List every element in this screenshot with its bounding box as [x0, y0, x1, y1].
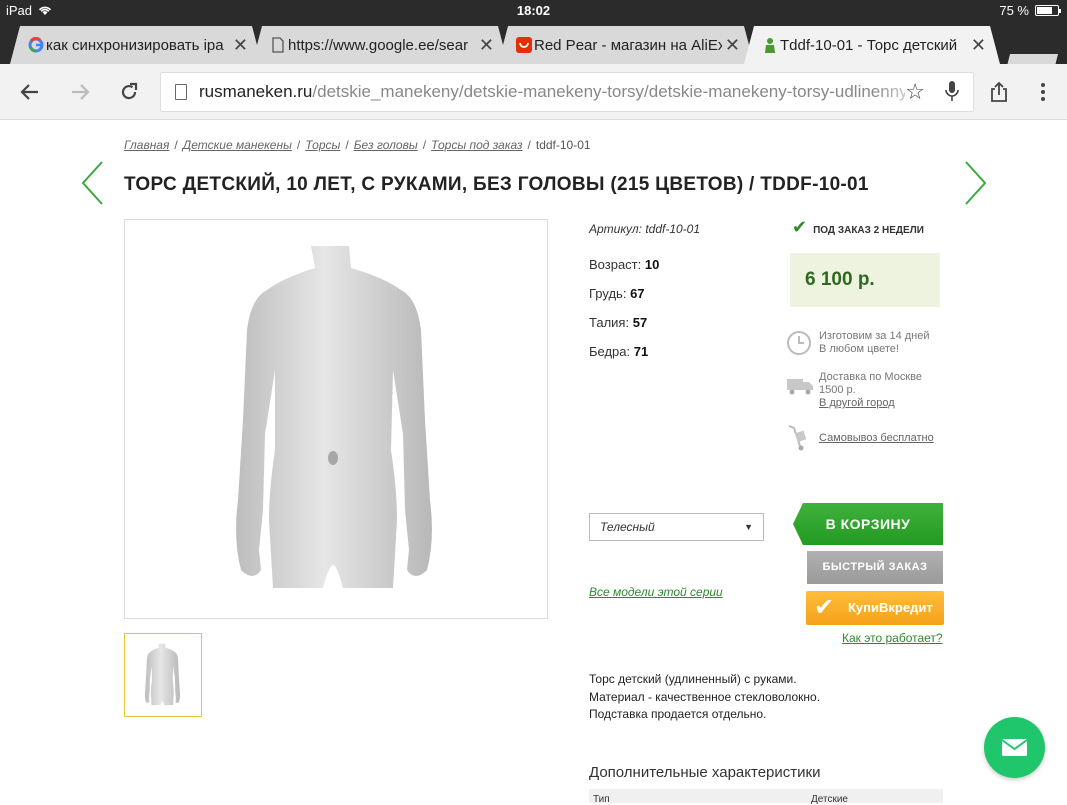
clock: 18:02: [516, 3, 551, 18]
availability-badge: ✔ ПОД ЗАКАЗ 2 НЕДЕЛИ: [792, 218, 924, 236]
add-to-cart-button[interactable]: В КОРЗИНУ: [793, 503, 943, 545]
dropdown-caret-icon: ▼: [744, 522, 753, 532]
spec-label: Грудь:: [589, 286, 627, 301]
menu-button[interactable]: [1029, 78, 1057, 106]
aliexpress-icon: [516, 37, 532, 53]
credit-button-label: КупиВкредит: [848, 600, 933, 615]
spec-chest: Грудь: 67: [589, 286, 645, 301]
how-it-works-link[interactable]: Как это работает?: [842, 631, 943, 645]
spec-age: Возраст: 10: [589, 257, 659, 272]
mannequin-thumbnail-image: [144, 643, 181, 706]
spec-hips: Бедра: 71: [589, 344, 648, 359]
spec-value: 10: [644, 257, 660, 272]
tab-title: https://www.google.ee/sear: [288, 36, 469, 54]
microphone-icon[interactable]: [945, 81, 959, 103]
next-product-arrow-icon[interactable]: [962, 160, 988, 206]
all-series-models-link[interactable]: Все модели этой серии: [589, 585, 723, 599]
close-icon[interactable]: ✕: [725, 35, 740, 56]
mannequin-torso-image: [236, 246, 432, 588]
product-description: Торс детский (удлиненный) с руками. Мате…: [589, 671, 820, 724]
google-g-icon: [28, 37, 44, 53]
spec-value: 71: [633, 344, 649, 359]
product-sku: Артикул: tddf-10-01: [589, 222, 701, 236]
tab-strip: как синхронизировать ipa ✕ https://www.g…: [0, 22, 1067, 64]
tab-rusmaneken[interactable]: Tddf-10-01 - Торс детский ✕: [744, 26, 1000, 64]
battery-icon: [1035, 5, 1061, 16]
extra-specs-heading: Дополнительные характеристики: [589, 764, 821, 781]
spec-label: Бедра:: [589, 344, 631, 359]
contact-mail-button[interactable]: [984, 717, 1045, 778]
tab-title: как синхронизировать ipa: [46, 36, 224, 54]
production-info: Изготовим за 14 дней В любом цвете!: [786, 330, 930, 359]
spec-value: 57: [632, 315, 648, 330]
back-button[interactable]: [16, 78, 44, 106]
browser-toolbar: rusmaneken.ru/detskie_manekeny/detskie-m…: [0, 64, 1067, 120]
prev-product-arrow-icon[interactable]: [80, 160, 106, 206]
delivery-price: 1500 р.: [819, 384, 856, 396]
color-select[interactable]: Телесный ▼: [589, 513, 764, 541]
clock-icon: [787, 331, 811, 355]
reload-icon: [121, 82, 138, 100]
status-bar: iPad 18:02 75 %: [0, 0, 1067, 22]
page-title: ТОРС ДЕТСКИЙ, 10 ЛЕТ, С РУКАМИ, БЕЗ ГОЛО…: [124, 174, 869, 195]
production-text: Изготовим за 14 дней: [819, 330, 930, 342]
delivery-info: Доставка по Москве 1500 р. В другой город: [786, 371, 922, 409]
check-icon: ✔: [814, 594, 835, 621]
product-image[interactable]: [124, 219, 548, 619]
share-button[interactable]: [985, 78, 1013, 106]
quick-order-button[interactable]: БЫСТРЫЙ ЗАКАЗ: [807, 551, 943, 584]
breadcrumb-current: tddf-10-01: [535, 138, 591, 152]
description-line: Подставка продается отдельно.: [589, 707, 767, 721]
description-line: Торс детский (удлиненный) с руками.: [589, 672, 797, 686]
close-icon[interactable]: ✕: [479, 35, 494, 56]
breadcrumb-link-home[interactable]: Главная: [124, 138, 169, 152]
url-host: rusmaneken.ru: [199, 82, 313, 101]
address-bar[interactable]: rusmaneken.ru/detskie_manekeny/detskie-m…: [160, 72, 974, 112]
bookmark-star-icon[interactable]: ☆: [905, 79, 925, 105]
forward-button[interactable]: [66, 78, 94, 106]
tab-google-search[interactable]: как синхронизировать ipa ✕: [10, 26, 262, 64]
spec-value: 67: [630, 286, 645, 301]
back-arrow-icon: [20, 84, 38, 100]
extra-specs-table-header: Тип Детские: [589, 789, 943, 805]
tab-google-ee[interactable]: https://www.google.ee/sear ✕: [252, 26, 508, 64]
spec-label: Возраст:: [589, 257, 642, 272]
breadcrumb-link-torsos[interactable]: Торсы: [305, 138, 340, 152]
mannequin-icon: [762, 37, 778, 53]
delivery-text: Доставка по Москве: [819, 371, 922, 383]
checkmark-icon: ✔: [792, 217, 808, 237]
spec-label: Талия:: [589, 315, 630, 330]
pickup-info: Самовывоз бесплатно: [786, 424, 934, 455]
page-icon: [270, 37, 286, 53]
url-path: /detskie_manekeny/detskie-manekeny-torsy…: [312, 82, 908, 101]
availability-text: ПОД ЗАКАЗ 2 НЕДЕЛИ: [813, 225, 924, 236]
pickup-link[interactable]: Самовывоз бесплатно: [819, 432, 934, 444]
other-city-link[interactable]: В другой город: [819, 397, 895, 409]
breadcrumb: Главная / Детские манекены / Торсы / Без голов…: [124, 138, 591, 152]
spec-waist: Талия: 57: [589, 315, 647, 330]
battery-percent: 75 %: [999, 3, 1029, 18]
more-vert-icon: [1041, 83, 1045, 101]
page-info-icon[interactable]: [175, 84, 187, 100]
production-text-2: В любом цвете!: [819, 343, 899, 355]
envelope-icon: [1001, 739, 1028, 756]
close-icon[interactable]: ✕: [233, 35, 248, 56]
tab-title: Red Pear - магазин на AliEx: [534, 36, 722, 54]
tab-title: Tddf-10-01 - Торс детский: [780, 36, 958, 54]
price: 6 100 р.: [790, 253, 940, 307]
share-icon: [991, 81, 1007, 102]
reload-button[interactable]: [115, 78, 143, 106]
truck-icon: [787, 379, 813, 395]
thumbnail[interactable]: [124, 633, 202, 717]
color-select-value: Телесный: [600, 520, 655, 534]
breadcrumb-link-order[interactable]: Торсы под заказ: [431, 138, 522, 152]
buy-on-credit-button[interactable]: ✔ КупиВкредит: [806, 591, 944, 625]
tab-aliexpress[interactable]: Red Pear - магазин на AliEx ✕: [498, 26, 754, 64]
hand-truck-icon: [788, 425, 807, 451]
description-line: Материал - качественное стекловолокно.: [589, 689, 821, 704]
breadcrumb-link-headless[interactable]: Без головы: [354, 138, 418, 152]
breadcrumb-link-kids[interactable]: Детские манекены: [183, 138, 292, 152]
forward-arrow-icon: [72, 84, 90, 100]
close-icon[interactable]: ✕: [971, 35, 986, 56]
